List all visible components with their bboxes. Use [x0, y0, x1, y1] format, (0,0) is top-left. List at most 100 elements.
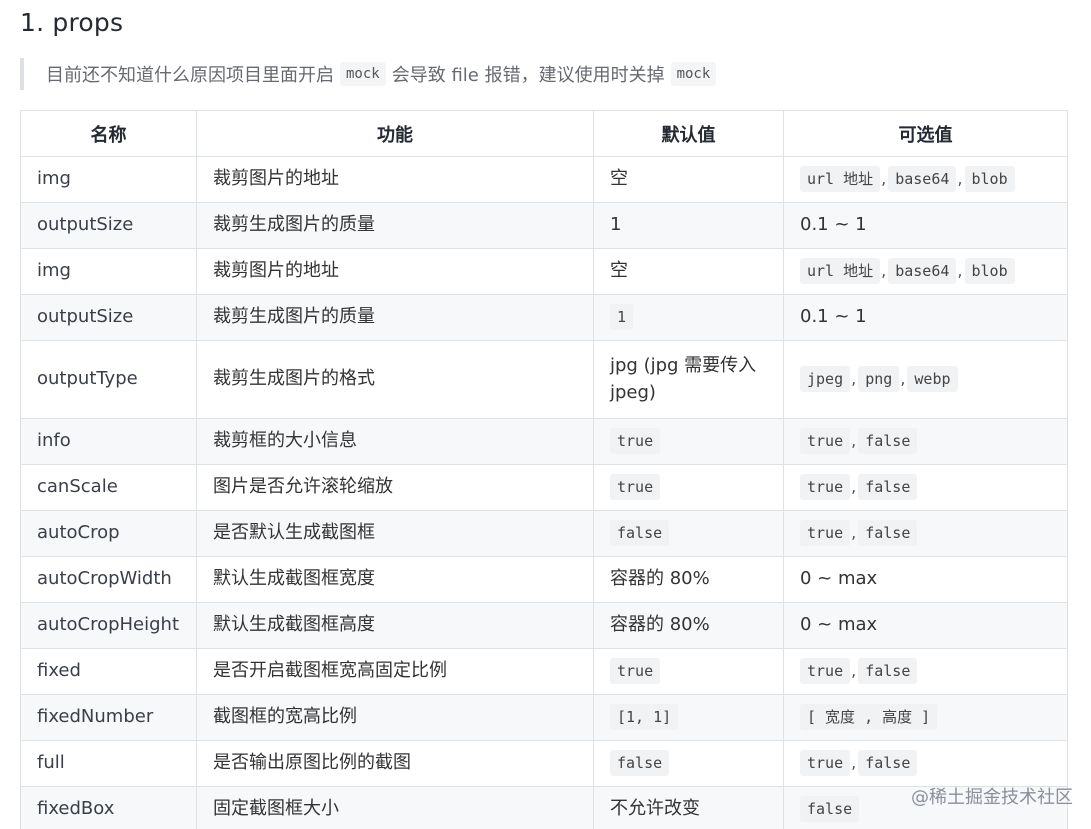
comma-separator: ,: [851, 523, 857, 543]
code-chip: false: [858, 474, 918, 501]
comma-separator: ,: [851, 369, 857, 389]
cell-function: 默认生成截图框高度: [196, 602, 594, 649]
section-heading: 1. props: [20, 8, 124, 37]
header-default: 默认值: [593, 110, 784, 157]
cell-options: 0.1 ~ 1: [783, 202, 1068, 249]
cell-function: 裁剪生成图片的格式: [196, 340, 594, 419]
code-chip: url 地址: [800, 166, 881, 193]
code-chip: false: [800, 796, 860, 823]
comma-separator: ,: [957, 169, 963, 189]
cell-default: 空: [593, 156, 784, 203]
code-chip: false: [610, 750, 670, 777]
note-code-mock: mock: [340, 62, 386, 86]
code-chip: true: [800, 750, 851, 777]
comma-separator: ,: [851, 431, 857, 451]
code-chip: false: [858, 658, 918, 685]
cell-options: true, false: [783, 740, 1068, 787]
table-row: autoCropWidth 默认生成截图框宽度 容器的 80% 0 ~ max: [20, 556, 1068, 603]
code-chip: true: [800, 474, 851, 501]
cell-function: 裁剪生成图片的质量: [196, 294, 594, 341]
table-row: info 裁剪框的大小信息 true true, false: [20, 418, 1068, 465]
code-chip: false: [858, 750, 918, 777]
cell-text: 不允许改变: [610, 798, 700, 820]
table-row: full 是否输出原图比例的截图 false true, false: [20, 740, 1068, 787]
note-text-before: 目前还不知道什么原因项目里面开启: [46, 65, 334, 86]
cell-default: true: [593, 648, 784, 695]
code-chip: blob: [964, 166, 1015, 193]
cell-text: 0 ~ max: [800, 568, 878, 590]
cell-default: 1: [593, 294, 784, 341]
cell-name: fixedBox: [20, 786, 197, 829]
cell-name: canScale: [20, 464, 197, 511]
code-chip: true: [610, 474, 661, 501]
cell-name: img: [20, 248, 197, 295]
code-chip: true: [800, 658, 851, 685]
cell-function: 裁剪图片的地址: [196, 156, 594, 203]
cell-options: true, false: [783, 648, 1068, 695]
cell-name: autoCrop: [20, 510, 197, 557]
comma-separator: ,: [900, 369, 906, 389]
cell-text: 0.1 ~ 1: [800, 214, 867, 236]
props-table: 名称 功能 默认值 可选值 img 裁剪图片的地址空 url 地址, base64, b…: [20, 110, 1068, 829]
note-code-mock-2: mock: [670, 62, 717, 86]
watermark: @稀土掘金技术社区: [911, 787, 1073, 808]
cell-text: 1: [610, 214, 622, 236]
cell-name: outputSize: [20, 202, 197, 249]
code-chip: base64: [888, 166, 957, 193]
header-name: 名称: [20, 110, 197, 157]
note-blockquote: 目前还不知道什么原因项目里面开启 mock 会导致 file 报错，建议使用时关…: [20, 58, 1070, 90]
cell-text: 容器的 80%: [610, 614, 710, 636]
cell-default: jpg (jpg 需要传入 jpeg): [593, 340, 784, 419]
cell-name: fixedNumber: [20, 694, 197, 741]
cell-name: fixed: [20, 648, 197, 695]
cell-default: 不允许改变: [593, 786, 784, 829]
code-chip: url 地址: [800, 258, 881, 285]
table-row: outputType 裁剪生成图片的格式 jpg (jpg 需要传入 jpeg) jp…: [20, 340, 1068, 419]
cell-options: 0.1 ~ 1: [783, 294, 1068, 341]
code-chip: webp: [907, 366, 958, 393]
cell-text: 容器的 80%: [610, 568, 710, 590]
comma-separator: ,: [881, 169, 887, 189]
cell-function: 是否开启截图框宽高固定比例: [196, 648, 594, 695]
table-row: fixedNumber 截图框的宽高比例 [1, 1] [ 宽度 , 高度 ]: [20, 694, 1068, 741]
cell-function: 是否输出原图比例的截图: [196, 740, 594, 787]
cell-function: 图片是否允许滚轮缩放: [196, 464, 594, 511]
table-row: autoCrop 是否默认生成截图框 false true, false: [20, 510, 1068, 557]
cell-function: 裁剪生成图片的质量: [196, 202, 594, 249]
code-chip: jpeg: [800, 366, 851, 393]
table-row: img 裁剪图片的地址空 url 地址, base64, blob: [20, 248, 1068, 295]
header-options: 可选值: [783, 110, 1068, 157]
code-chip: false: [858, 520, 918, 547]
table-body: img 裁剪图片的地址空 url 地址, base64, blob outputSize 裁…: [20, 156, 1068, 829]
cell-name: full: [20, 740, 197, 787]
cell-function: 固定截图框大小: [196, 786, 594, 829]
cell-text: 0 ~ max: [800, 614, 878, 636]
code-chip: true: [800, 520, 851, 547]
code-chip: false: [610, 520, 670, 547]
cell-options: url 地址, base64, blob: [783, 248, 1068, 295]
note-text-middle: 会导致 file 报错，建议使用时关掉: [391, 65, 665, 86]
comma-separator: ,: [881, 261, 887, 281]
cell-options: jpeg, png, webp: [783, 340, 1068, 419]
comma-separator: ,: [851, 753, 857, 773]
cell-function: 裁剪框的大小信息: [196, 418, 594, 465]
code-chip: blob: [964, 258, 1015, 285]
cell-text: 空: [610, 168, 628, 190]
code-chip: [1, 1]: [610, 704, 679, 731]
cell-name: outputType: [20, 340, 197, 419]
cell-name: info: [20, 418, 197, 465]
cell-name: img: [20, 156, 197, 203]
table-row: img 裁剪图片的地址空 url 地址, base64, blob: [20, 156, 1068, 203]
cell-default: [1, 1]: [593, 694, 784, 741]
cell-function: 是否默认生成截图框: [196, 510, 594, 557]
comma-separator: ,: [851, 661, 857, 681]
cell-name: outputSize: [20, 294, 197, 341]
cell-text: 空: [610, 260, 628, 282]
cell-default: 容器的 80%: [593, 602, 784, 649]
cell-options: true, false: [783, 418, 1068, 465]
cell-default: false: [593, 740, 784, 787]
cell-default: 1: [593, 202, 784, 249]
comma-separator: ,: [957, 261, 963, 281]
cell-options: url 地址, base64, blob: [783, 156, 1068, 203]
cell-default: 容器的 80%: [593, 556, 784, 603]
